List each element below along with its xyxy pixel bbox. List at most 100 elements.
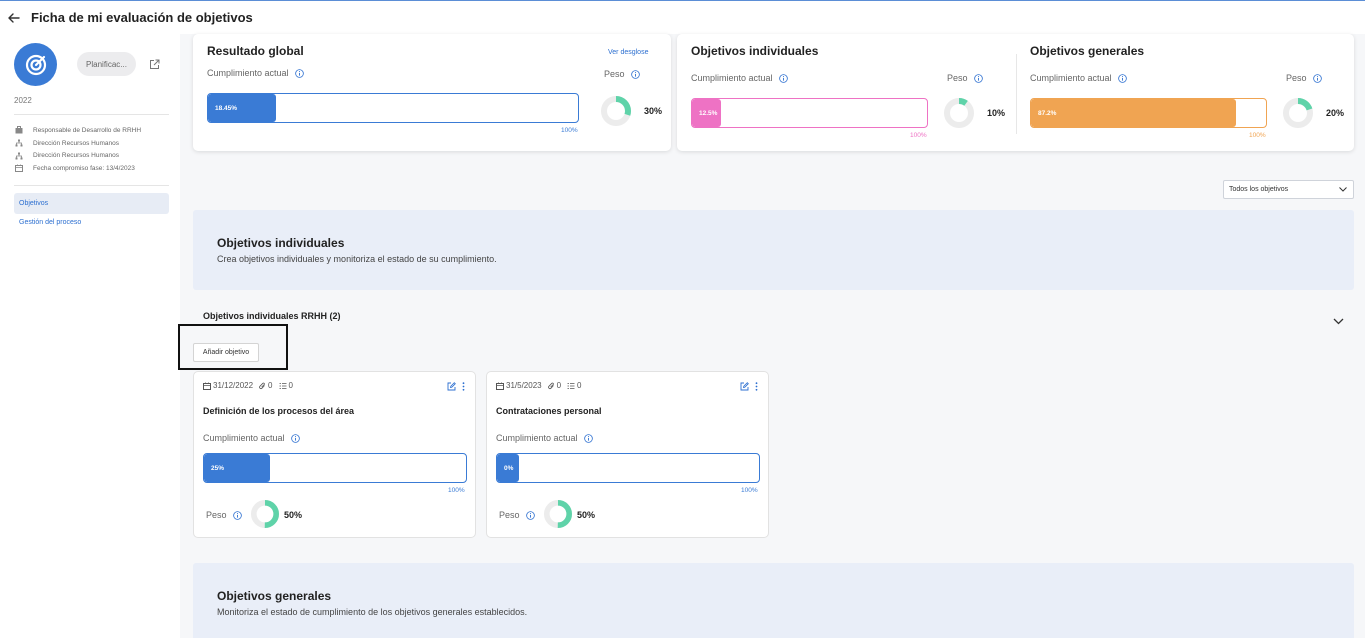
org-chart-icon	[14, 139, 23, 148]
info-icon[interactable]	[778, 73, 788, 83]
subtasks-count: 0	[567, 381, 582, 390]
sidebar: Planificac... 2022 Responsable de Desarr…	[0, 34, 180, 638]
current-label: Cumplimiento actual	[691, 73, 788, 83]
weight-value: 50%	[577, 510, 596, 520]
external-link-icon[interactable]	[149, 57, 160, 69]
subtasks-count: 0	[279, 381, 293, 390]
weight-label: Peso	[206, 510, 242, 520]
more-options-icon[interactable]	[755, 382, 758, 391]
breakdown-link[interactable]: Ver desglose	[608, 49, 648, 56]
year-label: 2022	[14, 96, 32, 105]
objective-title[interactable]: Definición de los procesos del área	[203, 406, 354, 416]
banner-title: Objetivos generales	[217, 589, 332, 603]
weight-donut	[1283, 98, 1313, 133]
objectives-summary-card: Objetivos individuales Cumplimiento actu…	[677, 34, 1354, 151]
chevron-down-icon	[1339, 187, 1347, 192]
donut-track	[944, 98, 974, 128]
calendar-icon	[203, 382, 211, 390]
donut-chart	[1283, 98, 1313, 128]
calendar-icon	[14, 164, 23, 173]
current-label: Cumplimiento actual	[203, 433, 300, 443]
info-icon[interactable]	[1117, 73, 1127, 83]
more-options-icon[interactable]	[462, 382, 465, 391]
due-date: 31/12/2022	[203, 381, 253, 390]
info-icon[interactable]	[630, 69, 640, 79]
info-icon[interactable]	[525, 510, 535, 520]
top-bar: Ficha de mi evaluación de objetivos	[0, 0, 1365, 34]
progress-max: 100%	[741, 487, 758, 494]
checklist-icon	[567, 382, 575, 389]
progress-fill: 18.45%	[208, 94, 277, 122]
general-objectives-banner: Objetivos generales Monitoriza el estado…	[193, 563, 1354, 638]
current-label: Cumplimiento actual	[1030, 73, 1127, 83]
divider	[14, 114, 169, 115]
nav-item-gestion-proceso[interactable]: Gestión del proceso	[19, 219, 81, 226]
edit-icon[interactable]	[740, 382, 749, 391]
progress-bar: 87.2%	[1030, 98, 1267, 128]
weight-donut	[251, 500, 279, 533]
weight-value: 10%	[987, 108, 1006, 118]
meta-direction: Dirección Recursos Humanos	[14, 149, 141, 162]
objective-card: 31/5/2023 0 0 Contrataciones personal Cu…	[486, 371, 769, 538]
progress-max: 100%	[561, 127, 578, 134]
add-objective-button[interactable]: Añadir objetivo	[193, 343, 259, 362]
filter-value: Todos los objetivos	[1229, 186, 1289, 193]
weight-value: 30%	[644, 106, 663, 116]
card-title: Objetivos individuales	[691, 44, 819, 58]
donut-chart	[251, 500, 279, 528]
current-label: Cumplimiento actual	[496, 433, 593, 443]
donut-chart	[601, 96, 631, 126]
chevron-down-icon[interactable]	[1333, 312, 1344, 325]
progress-fill: 0%	[497, 454, 519, 482]
objective-meta: 31/5/2023 0 0	[496, 381, 582, 390]
edit-icon[interactable]	[447, 382, 456, 391]
weight-label: Peso	[947, 73, 983, 83]
progress-bar: 18.45%	[207, 93, 579, 123]
objectives-filter-select[interactable]: Todos los objetivos	[1223, 180, 1354, 199]
avatar	[14, 43, 57, 86]
progress-max: 100%	[448, 487, 465, 494]
objective-card: 31/12/2022 0 0 Definición de los proceso…	[193, 371, 476, 538]
employee-meta: Responsable de Desarrollo de RRHH Direcc…	[14, 124, 141, 175]
info-icon[interactable]	[232, 510, 242, 520]
checklist-icon	[279, 382, 286, 389]
banner-subtitle: Crea objetivos individuales y monitoriza…	[217, 254, 497, 264]
info-icon[interactable]	[290, 433, 300, 443]
progress-fill: 12.5%	[692, 99, 722, 127]
progress-bar: 12.5%	[691, 98, 928, 128]
weight-donut	[601, 96, 631, 131]
banner-title: Objetivos individuales	[217, 236, 345, 250]
banner-subtitle: Monitoriza el estado de cumplimiento de …	[217, 607, 528, 617]
meta-role: Responsable de Desarrollo de RRHH	[14, 124, 141, 137]
weight-donut	[944, 98, 974, 133]
objective-actions	[447, 382, 465, 391]
global-result-card: Resultado global Ver desglose Cumplimien…	[193, 34, 671, 151]
weight-donut	[544, 500, 572, 533]
weight-value: 20%	[1326, 108, 1345, 118]
info-icon[interactable]	[583, 433, 593, 443]
divider	[14, 185, 169, 186]
objective-actions	[740, 382, 758, 391]
paperclip-icon	[259, 382, 265, 389]
weight-label: Peso	[1286, 73, 1322, 83]
current-label: Cumplimiento actual	[207, 68, 304, 78]
info-icon[interactable]	[294, 68, 304, 78]
objective-meta: 31/12/2022 0 0	[203, 381, 293, 390]
objective-group-title[interactable]: Objetivos individuales RRHH (2)	[203, 311, 341, 321]
target-icon	[25, 54, 46, 75]
progress-bar: 0%	[496, 453, 760, 483]
progress-max: 100%	[1249, 132, 1266, 139]
weight-label: Peso	[604, 69, 640, 79]
card-title: Resultado global	[207, 44, 304, 58]
paperclip-icon	[547, 382, 554, 389]
back-arrow-icon[interactable]	[8, 11, 22, 25]
objective-title[interactable]: Contrataciones personal	[496, 406, 602, 416]
info-icon[interactable]	[973, 73, 983, 83]
nav-item-objetivos[interactable]: Objetivos	[14, 193, 169, 214]
briefcase-icon	[14, 126, 23, 135]
attachments-count: 0	[259, 381, 273, 390]
info-icon[interactable]	[1312, 73, 1322, 83]
phase-badge: Planificac...	[77, 52, 136, 76]
org-chart-icon	[14, 151, 23, 160]
divider	[1016, 54, 1017, 134]
